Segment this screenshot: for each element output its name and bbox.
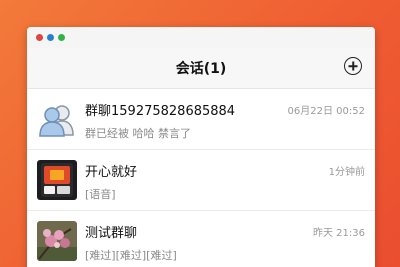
conversation-name: 测试群聊 [85,226,138,241]
group-avatar-icon [37,99,77,139]
conversation-preview: 群已经被 哈哈 禁言了 [85,127,191,140]
close-window-button[interactable] [36,34,43,41]
conversation-preview: [难过][难过][难过] [85,249,177,262]
conversation-header: 会话(1) [27,48,375,89]
conversation-list: 群聊159275828685884 群已经被 哈哈 禁言了 06月22日 00:… [27,89,375,267]
conversation-item[interactable]: 开心就好 [语音] 1分钟前 [27,150,375,211]
add-conversation-button[interactable] [344,57,362,75]
conversation-time: 昨天 21:36 [313,228,365,239]
minimize-window-button[interactable] [47,34,54,41]
conversation-time: 1分钟前 [328,167,365,178]
maximize-window-button[interactable] [58,34,65,41]
page-title: 会话(1) [175,61,227,77]
conversation-preview: [语音] [85,188,116,201]
conversation-name: 开心就好 [85,165,138,180]
user-photo-avatar [37,160,77,200]
desktop-background: 会话(1) 群聊159275828685884 群已经被 哈哈 禁言了 06月2… [0,0,400,267]
window-titlebar [27,27,375,48]
conversation-item[interactable]: 测试群聊 [难过][难过][难过] 昨天 21:36 [27,211,375,267]
conversation-name: 群聊159275828685884 [85,104,236,119]
conversation-time: 06月22日 00:52 [287,106,365,117]
flower-photo-avatar [37,221,77,261]
chat-window: 会话(1) 群聊159275828685884 群已经被 哈哈 禁言了 06月2… [27,27,375,267]
conversation-item[interactable]: 群聊159275828685884 群已经被 哈哈 禁言了 06月22日 00:… [27,89,375,150]
